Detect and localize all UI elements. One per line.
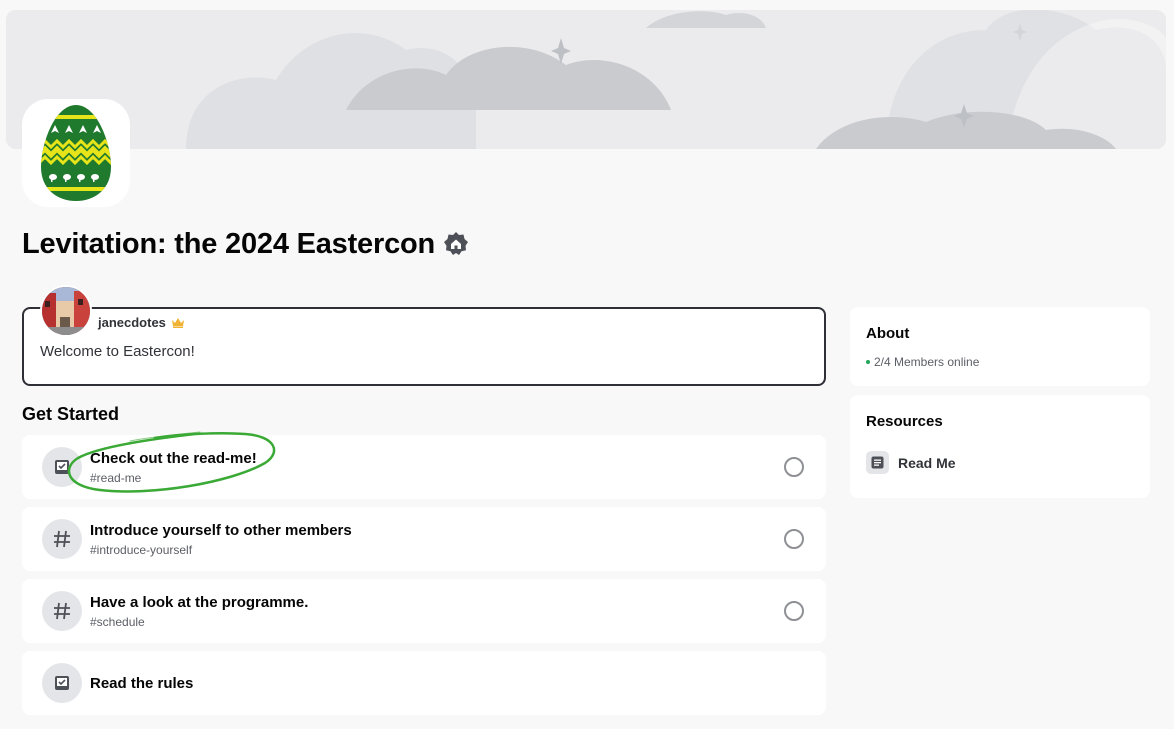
server-icon[interactable] [22, 99, 130, 207]
task-programme[interactable]: Have a look at the programme. #schedule [22, 579, 826, 643]
resources-heading: Resources [866, 413, 943, 430]
author-name[interactable]: janecdotes [98, 315, 166, 330]
task-channel: #schedule [90, 615, 145, 629]
hash-icon [54, 602, 70, 620]
task-title: Introduce yourself to other members [90, 522, 352, 539]
task-complete-radio[interactable] [784, 457, 804, 477]
task-channel: #introduce-yourself [90, 543, 193, 557]
task-read-me[interactable]: Check out the read-me! #read-me [22, 435, 826, 499]
task-title: Have a look at the programme. [90, 594, 309, 611]
task-read-rules[interactable]: Read the rules [22, 651, 826, 715]
task-icon-wrapper [42, 447, 82, 487]
task-channel: #read-me [90, 471, 142, 485]
task-icon-wrapper [42, 519, 82, 559]
task-icon-wrapper [42, 591, 82, 631]
online-dot-icon [866, 360, 870, 364]
welcome-message-text: Welcome to Eastercon! [40, 343, 195, 360]
checklist-icon [55, 460, 69, 474]
checklist-icon [55, 676, 69, 690]
server-header: Levitation: the 2024 Eastercon [22, 224, 469, 264]
resource-label: Read Me [898, 454, 956, 471]
server-banner [6, 10, 1166, 149]
community-badge-icon[interactable] [443, 231, 469, 257]
avatar[interactable] [40, 285, 92, 337]
avatar-photo [42, 287, 90, 335]
members-online-text: 2/4 Members online [874, 355, 980, 369]
task-introduce-yourself[interactable]: Introduce yourself to other members #int… [22, 507, 826, 571]
easter-egg-icon [41, 105, 111, 201]
crown-icon [171, 318, 184, 328]
task-icon-wrapper [42, 663, 82, 703]
document-icon [871, 456, 884, 469]
task-complete-radio[interactable] [784, 529, 804, 549]
resources-card: Resources Read Me [850, 395, 1150, 498]
server-name: Levitation: the 2024 Eastercon [22, 227, 436, 260]
hash-icon [54, 530, 70, 548]
about-heading: About [866, 325, 910, 342]
resource-read-me[interactable]: Read Me [866, 451, 956, 474]
about-card: About 2/4 Members online [850, 307, 1150, 386]
members-online: 2/4 Members online [866, 355, 979, 369]
task-complete-radio[interactable] [784, 601, 804, 621]
resource-icon-wrapper [866, 451, 889, 474]
task-title: Read the rules [90, 675, 194, 692]
task-title: Check out the read-me! [90, 450, 257, 467]
cloud-illustration [6, 10, 1166, 149]
get-started-heading: Get Started [22, 404, 120, 424]
welcome-author: janecdotes [98, 315, 185, 330]
